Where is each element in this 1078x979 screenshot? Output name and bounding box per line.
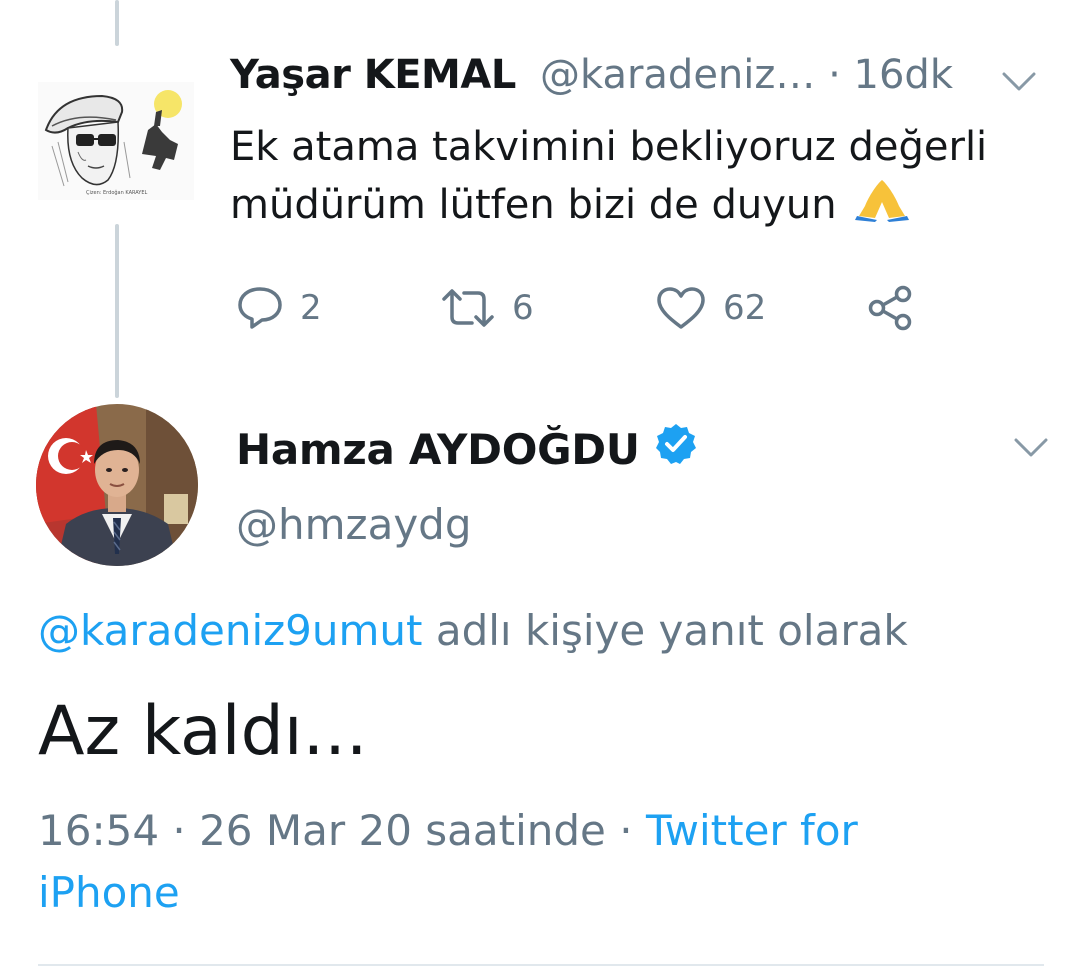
reply-mention-link[interactable]: @karadeniz9umut [38,606,423,655]
tweet-meta: 16:54 · 26 Mar 20 saatinde · Twitter for… [38,800,938,924]
chevron-down-icon[interactable] [998,66,1040,96]
reply-context-text: adlı kişiye yanıt olarak [422,606,908,655]
parent-tweet-text: Ek atama takvimini bekliyoruz değerli mü… [230,118,1060,238]
tweet-text: Az kaldı... [38,692,368,771]
retweet-count: 6 [512,288,534,328]
thread-line-top [115,0,119,46]
like-button[interactable]: 62 [655,284,766,332]
avatar-hamza-aydogdu[interactable] [36,404,198,566]
retweet-icon [440,285,496,331]
parent-handle-time[interactable]: @karadeniz… · 16dk [540,52,953,98]
share-icon [866,284,916,332]
like-count: 62 [723,288,767,328]
folded-hands-emoji [855,176,910,238]
parent-display-name[interactable]: Yaşar KEMAL [230,52,516,98]
reply-context: @karadeniz9umut adlı kişiye yanıt olarak [38,606,908,655]
reply-count: 2 [300,288,322,328]
avatar-yasar-kemal[interactable]: Çizen: Erdoğan KARAYEL [38,82,194,200]
heart-icon [655,285,707,331]
share-button[interactable] [866,284,916,332]
author-display-name[interactable]: Hamza AYDOĞDU [236,422,698,476]
divider [38,964,1044,966]
retweet-button[interactable]: 6 [440,284,534,332]
reply-button[interactable]: 2 [236,284,322,332]
chevron-down-icon[interactable] [1010,432,1052,462]
tweet-timestamp: 16:54 · 26 Mar 20 saatinde · [38,806,646,855]
thread-line [115,224,119,398]
author-handle[interactable]: @hmzaydg [236,500,472,549]
reply-icon [236,285,284,331]
verified-badge-icon [654,422,698,476]
avatar-caption: Çizen: Erdoğan KARAYEL [86,189,148,196]
author-name-text: Hamza AYDOĞDU [236,424,640,474]
